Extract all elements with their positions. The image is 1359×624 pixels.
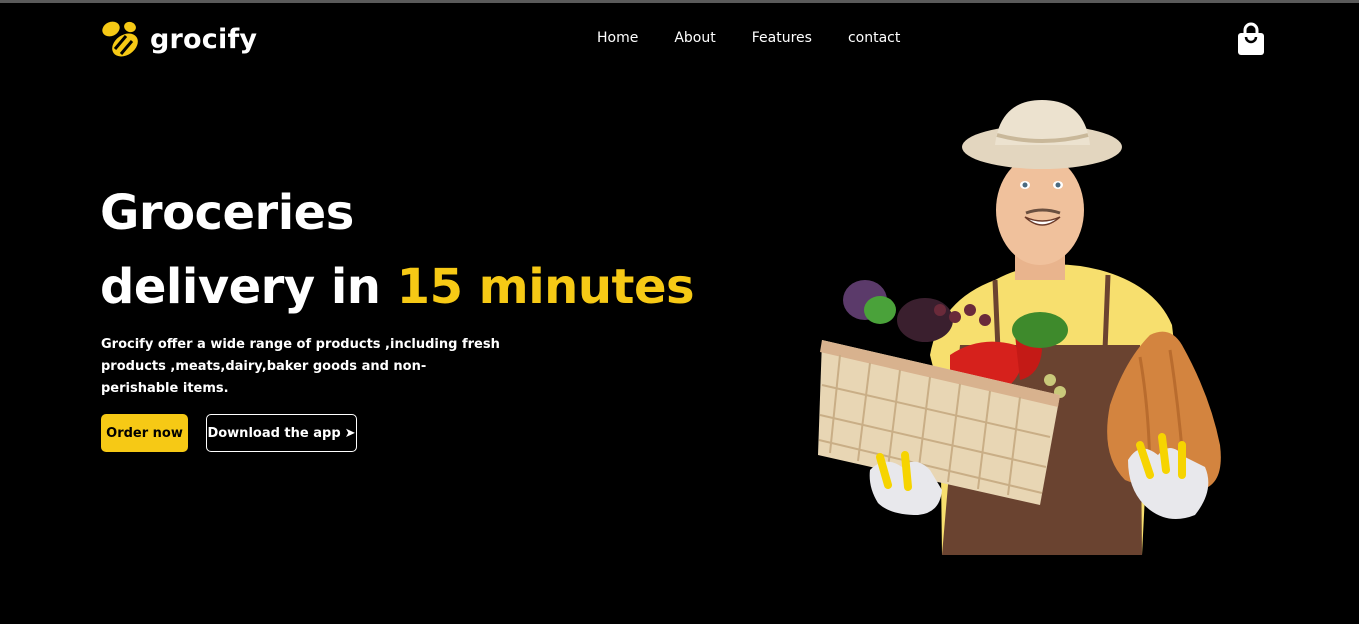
logo-text: grocify [150, 23, 258, 55]
nav-home[interactable]: Home [597, 30, 638, 46]
hero-title: Groceries delivery in 15 minutes [100, 176, 695, 324]
window-top-border [0, 0, 1359, 3]
arrow-right-icon: ➤ [344, 425, 356, 441]
shopping-bag-icon[interactable] [1237, 22, 1265, 56]
hero-title-prefix: delivery in [100, 259, 397, 315]
nav-features[interactable]: Features [752, 30, 812, 46]
nav-about[interactable]: About [674, 30, 715, 46]
farmer-with-vegetable-basket-image [818, 100, 1221, 555]
order-now-button[interactable]: Order now [101, 414, 188, 452]
logo[interactable]: grocify [100, 18, 257, 60]
download-app-button[interactable]: Download the app ➤ [206, 414, 357, 452]
hero-description: Grocify offer a wide range of products ,… [101, 337, 500, 396]
download-app-label: Download the app [207, 425, 341, 441]
hero-title-line2: delivery in 15 minutes [100, 250, 695, 324]
main-nav: Home About Features contact [597, 29, 900, 47]
bee-icon [102, 21, 138, 57]
hero-title-line1: Groceries [100, 185, 354, 241]
nav-contact[interactable]: contact [848, 30, 900, 46]
hero-title-accent: 15 minutes [396, 259, 695, 315]
